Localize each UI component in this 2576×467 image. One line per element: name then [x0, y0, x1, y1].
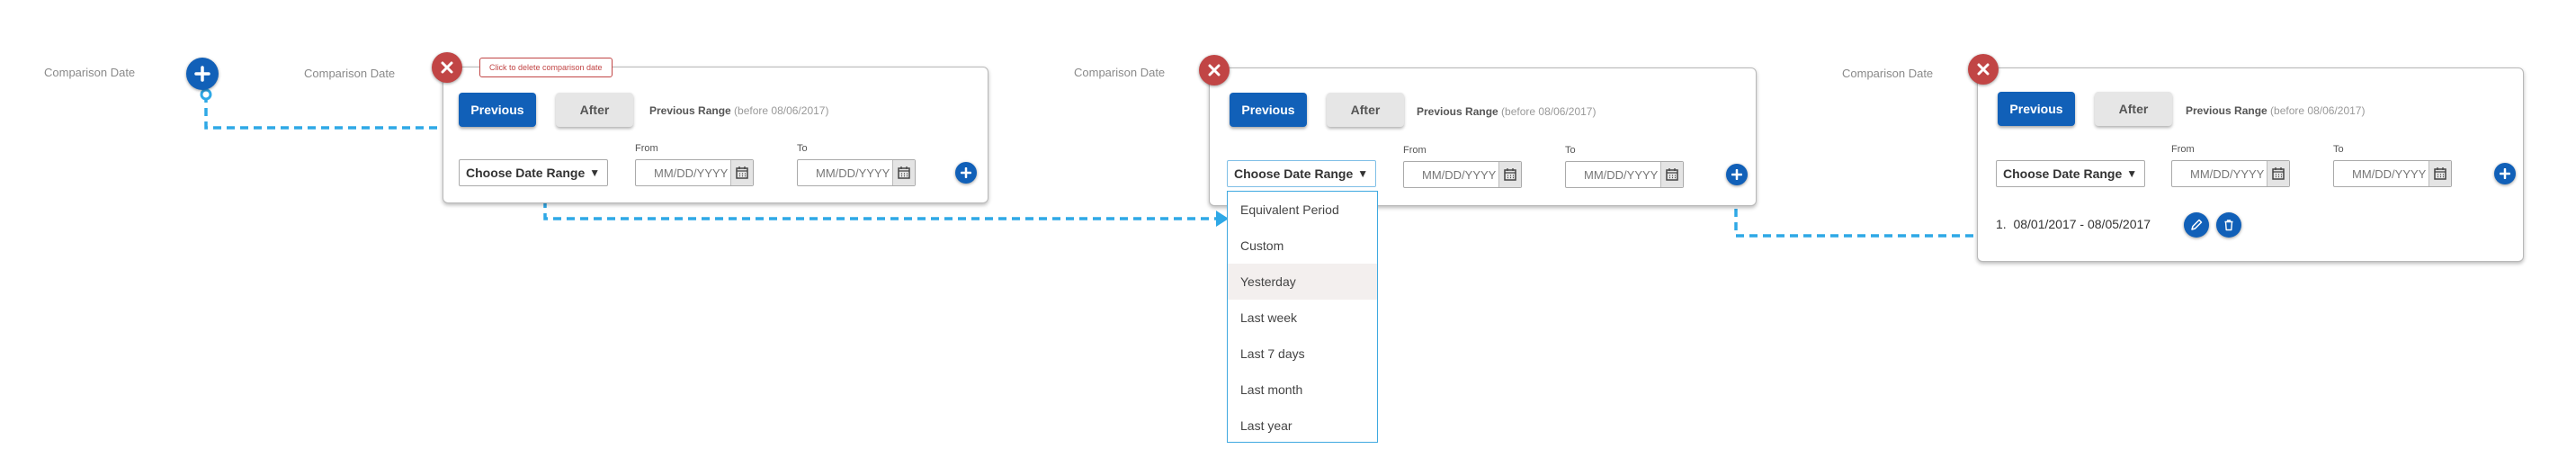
delete-comparison-button[interactable]: [432, 52, 462, 83]
chevron-down-icon: ▼: [1357, 167, 1369, 180]
range-info: Previous Range (before 08/06/2017): [649, 104, 828, 117]
plus-icon: [2500, 168, 2510, 179]
from-label: From: [635, 143, 658, 154]
add-range-button[interactable]: [955, 162, 977, 184]
to-placeholder: MM/DD/YYYY: [816, 166, 890, 180]
range-label: Previous Range: [1417, 105, 1498, 118]
previous-button[interactable]: Previous: [1998, 92, 2075, 126]
range-index: 1.: [1996, 217, 2007, 231]
range-label: Previous Range: [649, 104, 731, 117]
select-value: Choose Date Range: [2003, 166, 2123, 181]
from-date-input[interactable]: MM/DD/YYYY: [2171, 160, 2290, 187]
comparison-date-label: Comparison Date: [304, 67, 396, 80]
date-range-dropdown: Equivalent Period Custom Yesterday Last …: [1227, 191, 1378, 443]
plus-icon: [961, 167, 971, 178]
range-note: (before 08/06/2017): [734, 104, 829, 117]
add-range-button[interactable]: [1726, 164, 1748, 185]
dropdown-item-last-month[interactable]: Last month: [1228, 372, 1377, 408]
dropdown-item-last-year[interactable]: Last year: [1228, 408, 1377, 444]
date-range-select[interactable]: Choose Date Range ▼: [459, 159, 608, 186]
from-date-input[interactable]: MM/DD/YYYY: [1403, 161, 1522, 188]
chevron-down-icon: ▼: [589, 166, 601, 179]
dropdown-item-equivalent-period[interactable]: Equivalent Period: [1228, 192, 1377, 228]
select-value: Choose Date Range: [1234, 166, 1354, 181]
calendar-icon[interactable]: [1498, 162, 1521, 187]
calendar-icon[interactable]: [730, 160, 753, 185]
add-comparison-button[interactable]: [186, 58, 219, 90]
comparison-panel: Previous After Previous Range (before 08…: [443, 67, 988, 203]
delete-comparison-button[interactable]: [1968, 54, 1999, 85]
from-date-input[interactable]: MM/DD/YYYY: [635, 159, 754, 186]
dropdown-item-last-week[interactable]: Last week: [1228, 300, 1377, 336]
edit-range-button[interactable]: [2184, 212, 2209, 238]
to-placeholder: MM/DD/YYYY: [1584, 167, 1659, 182]
date-range-select[interactable]: Choose Date Range ▼: [1227, 160, 1376, 187]
to-label: To: [1565, 145, 1576, 156]
dropdown-item-yesterday[interactable]: Yesterday: [1228, 264, 1377, 300]
close-icon: [1977, 63, 1990, 76]
to-label: To: [797, 143, 808, 154]
to-label: To: [2333, 144, 2344, 155]
delete-comparison-button[interactable]: [1199, 55, 1230, 85]
to-date-input[interactable]: MM/DD/YYYY: [1565, 161, 1684, 188]
to-placeholder: MM/DD/YYYY: [2352, 166, 2427, 181]
dropdown-item-last-7-days[interactable]: Last 7 days: [1228, 336, 1377, 372]
comparison-panel: Previous After Previous Range (before 08…: [1977, 67, 2524, 262]
from-placeholder: MM/DD/YYYY: [1422, 167, 1497, 182]
date-range-select[interactable]: Choose Date Range ▼: [1996, 160, 2145, 187]
plus-icon: [1731, 169, 1742, 180]
from-placeholder: MM/DD/YYYY: [654, 166, 729, 180]
comparison-date-label: Comparison Date: [44, 66, 136, 79]
select-value: Choose Date Range: [466, 166, 586, 180]
previous-button[interactable]: Previous: [459, 93, 536, 127]
previous-button[interactable]: Previous: [1230, 93, 1307, 127]
after-button[interactable]: After: [556, 93, 633, 127]
chevron-down-icon: ▼: [2126, 167, 2138, 180]
delete-range-button[interactable]: [2216, 212, 2241, 238]
from-label: From: [2171, 144, 2195, 155]
plus-icon: [194, 66, 210, 82]
range-value: 08/01/2017 - 08/05/2017: [2013, 217, 2151, 231]
range-info: Previous Range (before 08/06/2017): [2186, 104, 2365, 117]
range-label: Previous Range: [2186, 104, 2267, 117]
trash-icon: [2224, 220, 2233, 231]
dropdown-item-custom[interactable]: Custom: [1228, 228, 1377, 264]
to-date-input[interactable]: MM/DD/YYYY: [797, 159, 916, 186]
comparison-panel: Previous After Previous Range (before 08…: [1209, 67, 1757, 206]
range-note: (before 08/06/2017): [2270, 104, 2366, 117]
comparison-date-label: Comparison Date: [1074, 66, 1166, 79]
calendar-icon[interactable]: [1660, 162, 1683, 187]
from-placeholder: MM/DD/YYYY: [2190, 166, 2265, 181]
range-info: Previous Range (before 08/06/2017): [1417, 105, 1596, 118]
close-icon: [441, 61, 453, 74]
close-icon: [1208, 64, 1221, 76]
to-date-input[interactable]: MM/DD/YYYY: [2333, 160, 2452, 187]
pencil-icon: [2191, 219, 2203, 230]
from-label: From: [1403, 145, 1427, 156]
after-button[interactable]: After: [1327, 93, 1404, 127]
calendar-icon[interactable]: [2428, 161, 2451, 186]
after-button[interactable]: After: [2095, 92, 2172, 126]
add-range-button[interactable]: [2494, 163, 2516, 184]
range-list-item: 1. 08/01/2017 - 08/05/2017: [1996, 217, 2151, 231]
range-note: (before 08/06/2017): [1501, 105, 1597, 118]
calendar-icon[interactable]: [2267, 161, 2289, 186]
comparison-date-label: Comparison Date: [1842, 67, 1934, 80]
calendar-icon[interactable]: [892, 160, 915, 185]
delete-tooltip: Click to delete comparison date: [479, 58, 613, 77]
